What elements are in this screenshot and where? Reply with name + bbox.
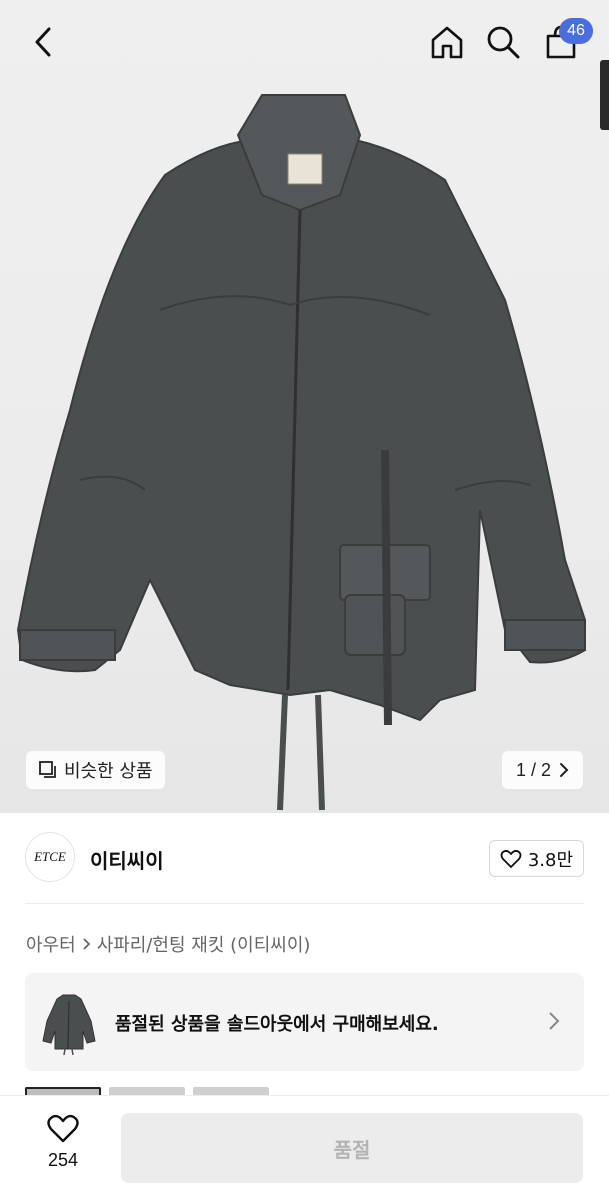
wishlist-count: 254 <box>47 1150 79 1170</box>
brand-logo[interactable]: ETCE <box>25 832 75 882</box>
brand-logo-text: ETCE <box>34 849 66 864</box>
search-button[interactable] <box>481 20 525 64</box>
back-arrow-icon <box>35 27 51 57</box>
breadcrumb-subcategory[interactable]: 사파리/헌팅 재킷 (이티씨이) <box>97 931 311 957</box>
back-button[interactable] <box>22 20 66 64</box>
chevron-right-icon <box>560 763 569 777</box>
heart-icon <box>500 849 522 868</box>
copy-icon <box>39 761 56 778</box>
cart-button[interactable]: 46 <box>539 18 593 64</box>
brand-row: ETCE 이티씨이 3.8만 <box>25 832 584 884</box>
divider <box>25 903 584 904</box>
wishlist-button[interactable]: 254 <box>28 1114 98 1171</box>
top-navigation-bar: 46 <box>0 0 609 84</box>
soldout-purchase-button[interactable]: 품절 <box>121 1113 583 1183</box>
brand-like-button[interactable]: 3.8만 <box>488 840 584 877</box>
cart-count-badge: 46 <box>559 18 593 44</box>
breadcrumb: 아우터 사파리/헌팅 재킷 (이티씨이) <box>26 931 310 957</box>
soldout-banner[interactable]: 품절된 상품을 솔드아웃에서 구매해보세요. <box>25 973 584 1071</box>
purchase-button-label: 품절 <box>333 1137 371 1162</box>
home-button[interactable] <box>425 20 469 64</box>
breadcrumb-category[interactable]: 아우터 <box>26 931 76 957</box>
bottom-action-bar: 254 품절 <box>0 1095 609 1200</box>
image-pager-button[interactable]: 1 / 2 <box>501 751 583 789</box>
search-icon <box>487 26 520 59</box>
soldout-message: 품절된 상품을 솔드아웃에서 구매해보세요. <box>115 1014 439 1035</box>
soldout-product-thumbnail <box>42 994 96 1055</box>
brand-like-count: 3.8만 <box>527 849 573 871</box>
chevron-right-icon <box>83 938 90 950</box>
brand-name[interactable]: 이티씨이 <box>90 845 164 874</box>
home-icon <box>431 26 463 59</box>
similar-products-button[interactable]: 비슷한 상품 <box>26 751 165 789</box>
similar-products-label: 비슷한 상품 <box>64 761 153 782</box>
page-indicator: 1 / 2 <box>515 759 551 780</box>
product-gallery[interactable]: 46 비슷한 상품 1 / 2 <box>0 0 609 813</box>
heart-icon <box>47 1114 79 1143</box>
product-image-jacket[interactable] <box>0 90 609 813</box>
chevron-right-icon <box>549 1012 560 1030</box>
